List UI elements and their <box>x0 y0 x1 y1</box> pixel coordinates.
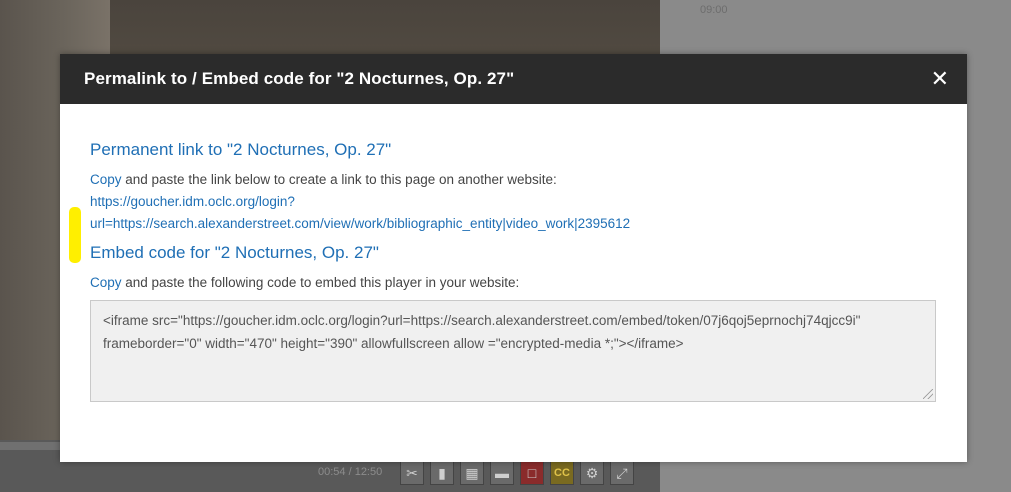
screen: 09:00 00:54 / 12:50 ✂ ▮ ▦ ▬ □ CC ⚙ ⤢ Per… <box>0 0 1011 492</box>
copy-permalink-link[interactable]: Copy <box>90 172 122 187</box>
dialog-title: Permalink to / Embed code for "2 Nocturn… <box>84 69 515 88</box>
permalink-description-text: and paste the link below to create a lin… <box>121 172 557 187</box>
permalink-url-line1: https://goucher.idm.oclc.org/login? <box>90 194 295 209</box>
player-controls: ✂ ▮ ▦ ▬ □ CC ⚙ ⤢ <box>400 458 634 488</box>
copy-embed-link[interactable]: Copy <box>90 275 122 290</box>
scissors-icon[interactable]: ✂ <box>400 461 424 485</box>
permalink-url[interactable]: https://goucher.idm.oclc.org/login? url=… <box>90 191 850 235</box>
yellow-highlight-mark <box>69 207 81 263</box>
permalink-url-line2: url=https://search.alexanderstreet.com/v… <box>90 216 631 231</box>
expand-icon[interactable]: ⤢ <box>610 461 634 485</box>
resize-handle-icon[interactable] <box>923 389 933 399</box>
player-time: 00:54 / 12:50 <box>318 466 383 478</box>
grid-icon[interactable]: ▦ <box>460 461 484 485</box>
layout-icon[interactable]: ▬ <box>490 461 514 485</box>
permalink-embed-dialog: Permalink to / Embed code for "2 Nocturn… <box>60 54 967 462</box>
bookmark-icon[interactable]: ▮ <box>430 461 454 485</box>
dialog-header: Permalink to / Embed code for "2 Nocturn… <box>60 54 967 104</box>
panel-timestamp: 09:00 <box>700 4 728 16</box>
dialog-body: Permanent link to "2 Nocturnes, Op. 27" … <box>60 140 967 402</box>
embed-description: Copy and paste the following code to emb… <box>90 275 937 290</box>
embed-heading: Embed code for "2 Nocturnes, Op. 27" <box>90 243 379 262</box>
close-icon[interactable]: ✕ <box>931 68 949 90</box>
permalink-heading: Permanent link to "2 Nocturnes, Op. 27" <box>90 140 392 159</box>
gear-icon[interactable]: ⚙ <box>580 461 604 485</box>
red-box-icon[interactable]: □ <box>520 461 544 485</box>
embed-description-text: and paste the following code to embed th… <box>121 275 520 290</box>
permalink-description: Copy and paste the link below to create … <box>90 172 937 187</box>
embed-code-textarea[interactable]: <iframe src="https://goucher.idm.oclc.or… <box>90 300 936 402</box>
embed-code-text: <iframe src="https://goucher.idm.oclc.or… <box>103 313 861 351</box>
cc-icon[interactable]: CC <box>550 461 574 485</box>
